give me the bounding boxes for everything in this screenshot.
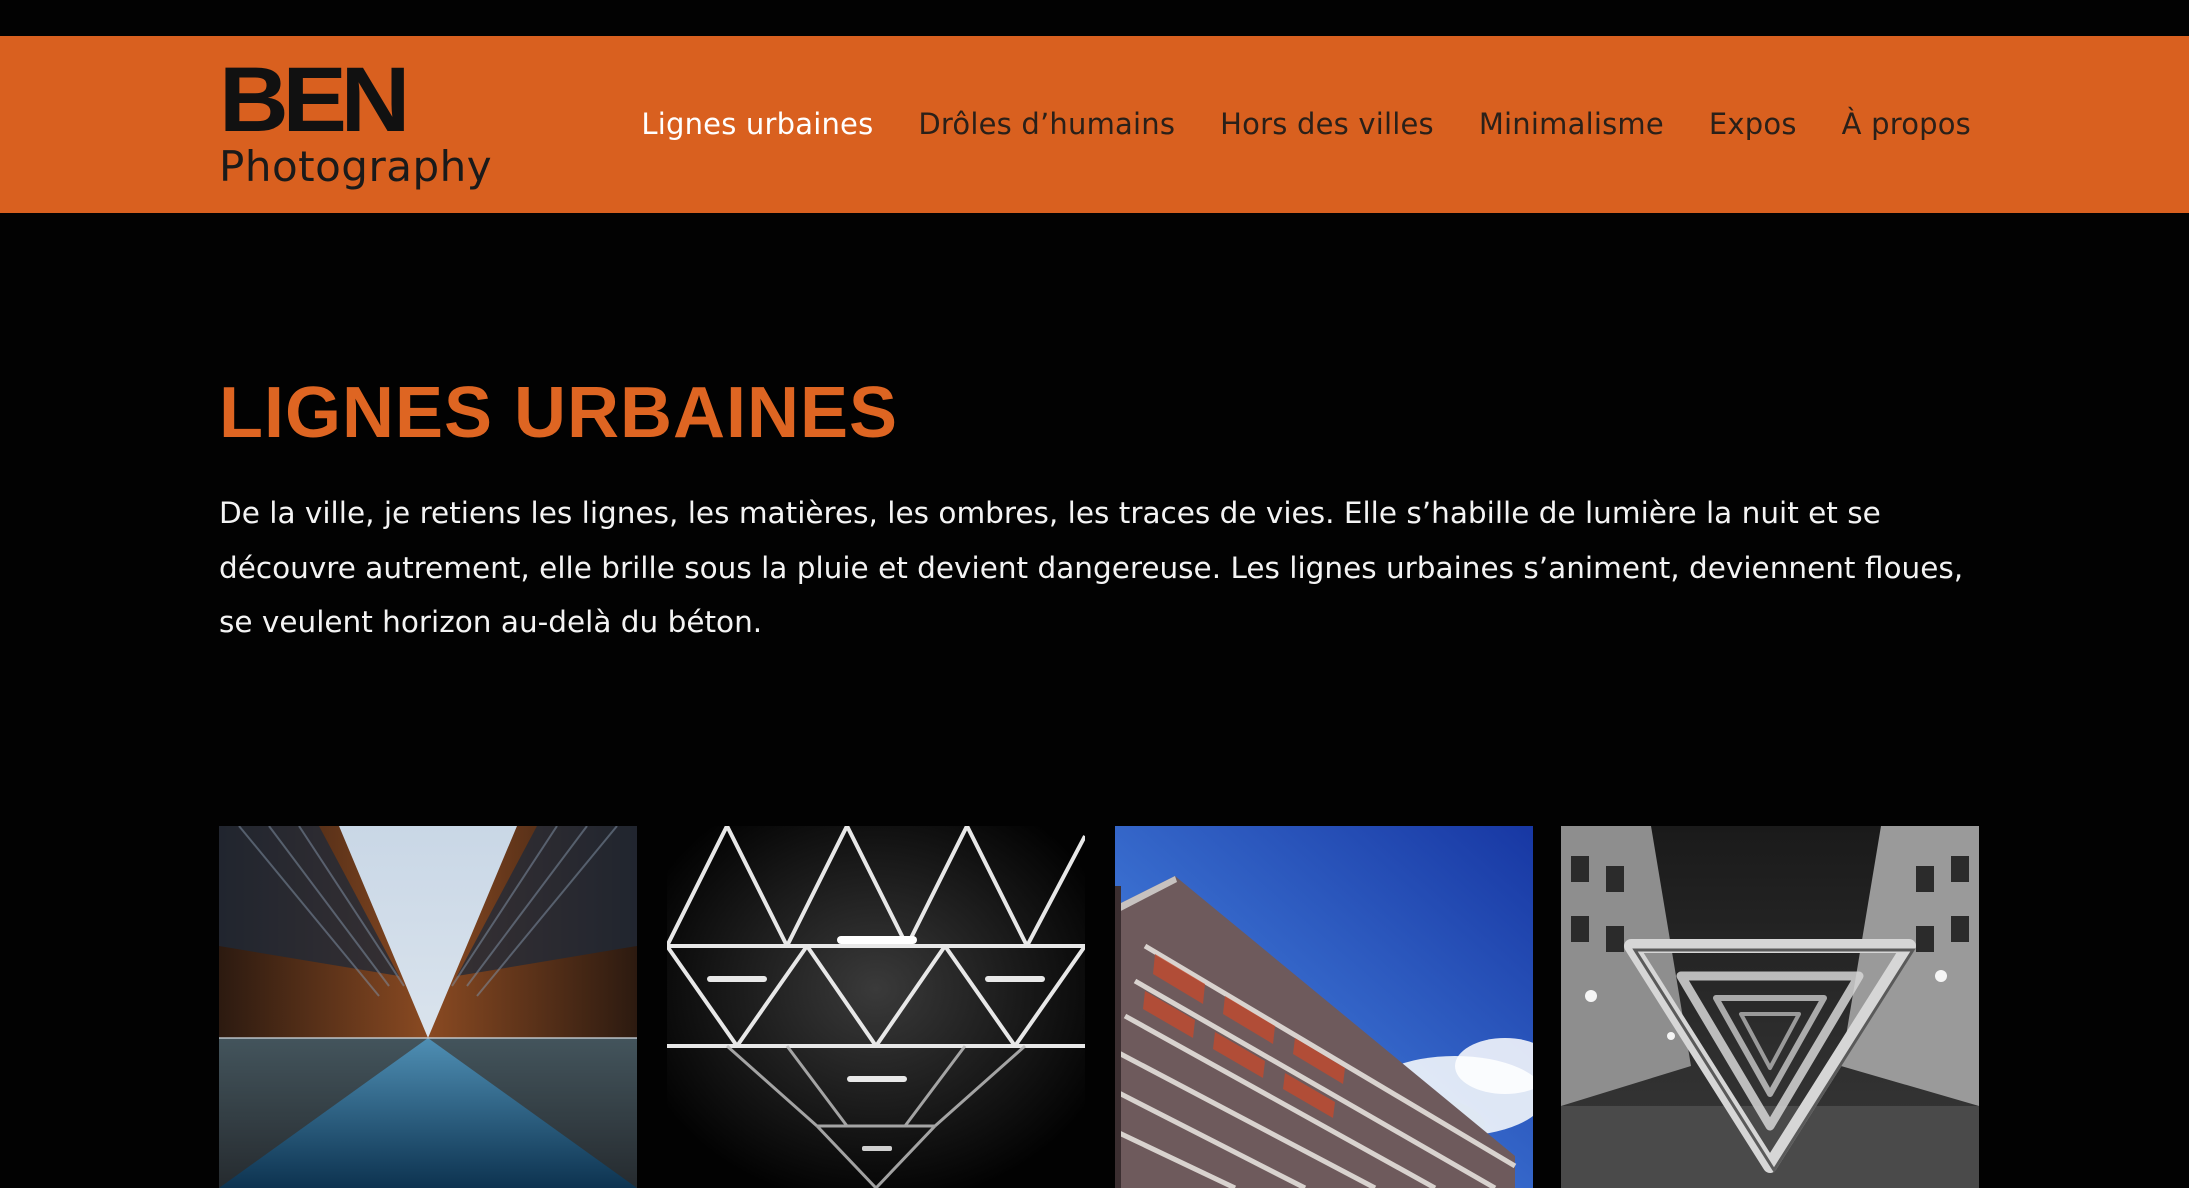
photo-apartment-block xyxy=(1115,826,1533,1188)
site-logo[interactable]: BEN Photography xyxy=(219,49,492,202)
nav-link-expos[interactable]: Expos xyxy=(1709,107,1797,141)
nav-item-hors-des-villes: Hors des villes xyxy=(1220,104,1434,144)
nav-item-a-propos: À propos xyxy=(1842,104,1971,144)
nav-link-hors-des-villes[interactable]: Hors des villes xyxy=(1220,107,1434,141)
nav-item-lignes-urbaines: Lignes urbaines xyxy=(641,104,873,144)
nav-link-lignes-urbaines[interactable]: Lignes urbaines xyxy=(641,107,873,141)
gallery-photo-3[interactable] xyxy=(1115,826,1533,1188)
gallery-photo-1[interactable] xyxy=(219,826,637,1188)
nav-item-expos: Expos xyxy=(1709,104,1797,144)
photo-gallery xyxy=(219,826,1979,1188)
photo-bike-rack-street xyxy=(1561,826,1979,1188)
nav-link-droles-dhumains[interactable]: Drôles d’humains xyxy=(918,107,1175,141)
logo-mark: BEN xyxy=(219,49,410,151)
top-strip xyxy=(0,0,2189,36)
intro-text: De la ville, je retiens les lignes, les … xyxy=(219,496,1964,639)
logo-subtitle: Photography xyxy=(219,142,493,191)
nav-item-droles-dhumains: Drôles d’humains xyxy=(918,104,1175,144)
photo-warehouses-reflection xyxy=(219,826,637,1188)
main-nav: Lignes urbaines Drôles d’humains Hors de… xyxy=(641,104,1971,144)
gallery-photo-4[interactable] xyxy=(1561,826,1979,1188)
nav-item-minimalisme: Minimalisme xyxy=(1479,104,1664,144)
nav-link-minimalisme[interactable]: Minimalisme xyxy=(1479,107,1664,141)
photo-steel-truss xyxy=(667,826,1085,1188)
nav-link-a-propos[interactable]: À propos xyxy=(1842,107,1971,141)
gallery-photo-2[interactable] xyxy=(667,826,1085,1188)
page-title: LIGNES URBAINES xyxy=(219,373,899,453)
